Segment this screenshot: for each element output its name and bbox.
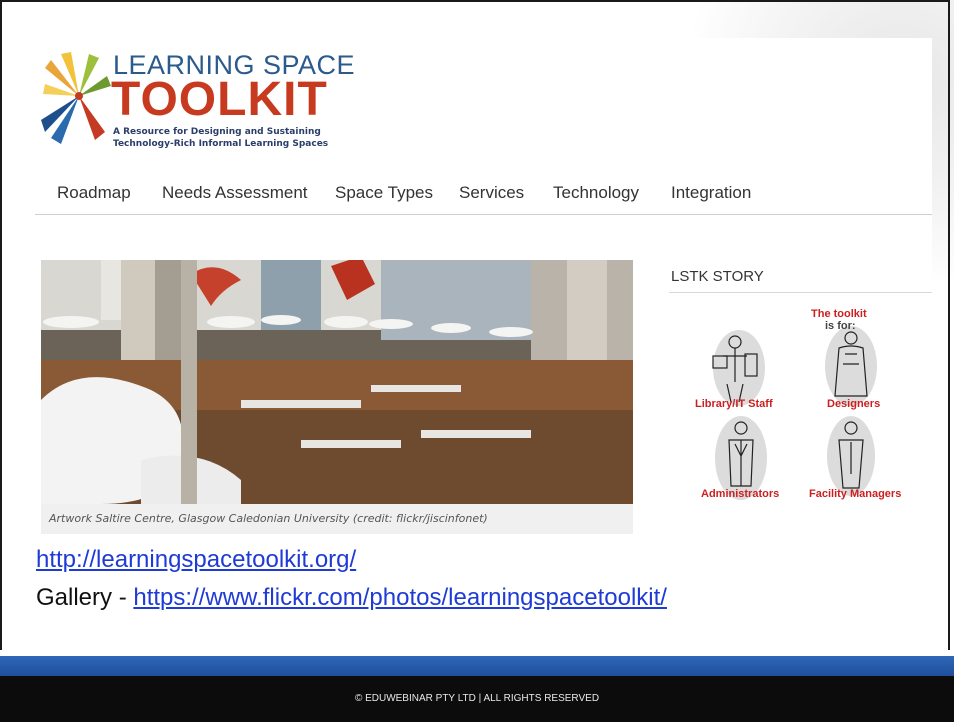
- gallery-line: Gallery - https://www.flickr.com/photos/…: [36, 584, 667, 612]
- photo-caption: Artwork Saltire Centre, Glasgow Caledoni…: [41, 504, 633, 534]
- learning-space-photo-image: [41, 260, 633, 504]
- pinwheel-logo-icon: [41, 52, 111, 144]
- site-logo[interactable]: LEARNING SPACE TOOLKIT A Resource for De…: [41, 44, 355, 156]
- main-nav: Roadmap Needs Assessment Space Types Ser…: [35, 174, 932, 215]
- footer-accent-band: [0, 656, 954, 676]
- slide: LEARNING SPACE TOOLKIT A Resource for De…: [0, 0, 954, 722]
- logo-subtitle-line2: Technology-Rich Informal Learning Spaces: [113, 139, 329, 149]
- nav-item-services[interactable]: Services: [459, 183, 524, 203]
- nav-item-integration[interactable]: Integration: [671, 183, 751, 203]
- role-facility-managers: Facility Managers: [809, 488, 902, 500]
- logo-subtitle-line1: A Resource for Designing and Sustaining: [113, 127, 321, 137]
- toolkit-audience-graphic[interactable]: The toolkit is for: Library/IT Staff Des…: [691, 304, 921, 514]
- sidebar-divider: [669, 292, 932, 293]
- main-url-line: http://learningspacetoolkit.org/: [36, 546, 356, 574]
- footer-bar: © EDUWEBINAR PTY LTD | ALL RIGHTS RESERV…: [0, 676, 954, 722]
- main-url-link[interactable]: http://learningspacetoolkit.org/: [36, 546, 356, 573]
- footer-copyright: © EDUWEBINAR PTY LTD | ALL RIGHTS RESERV…: [354, 693, 600, 704]
- nav-item-needs-assessment[interactable]: Needs Assessment: [162, 183, 308, 203]
- photo-caption-text: Artwork Saltire Centre, Glasgow Caledoni…: [49, 512, 488, 525]
- toolkit-heading-line2: is for:: [825, 320, 856, 332]
- role-designers: Designers: [827, 398, 881, 410]
- toolkit-heading-line1: The toolkit: [811, 308, 867, 320]
- hero-photo: [41, 260, 633, 504]
- role-library-it-staff: Library/IT Staff: [695, 398, 773, 410]
- nav-item-space-types[interactable]: Space Types: [335, 183, 433, 203]
- nav-item-roadmap[interactable]: Roadmap: [57, 183, 131, 203]
- website-screenshot: LEARNING SPACE TOOLKIT A Resource for De…: [35, 38, 932, 538]
- gallery-label: Gallery -: [36, 584, 134, 611]
- nav-item-technology[interactable]: Technology: [553, 183, 639, 203]
- sidebar-title[interactable]: LSTK STORY: [671, 268, 764, 285]
- role-administrators: Administrators: [701, 488, 780, 500]
- logo-title-line2: TOOLKIT: [111, 73, 328, 126]
- gallery-url-link[interactable]: https://www.flickr.com/photos/learningsp…: [133, 584, 667, 611]
